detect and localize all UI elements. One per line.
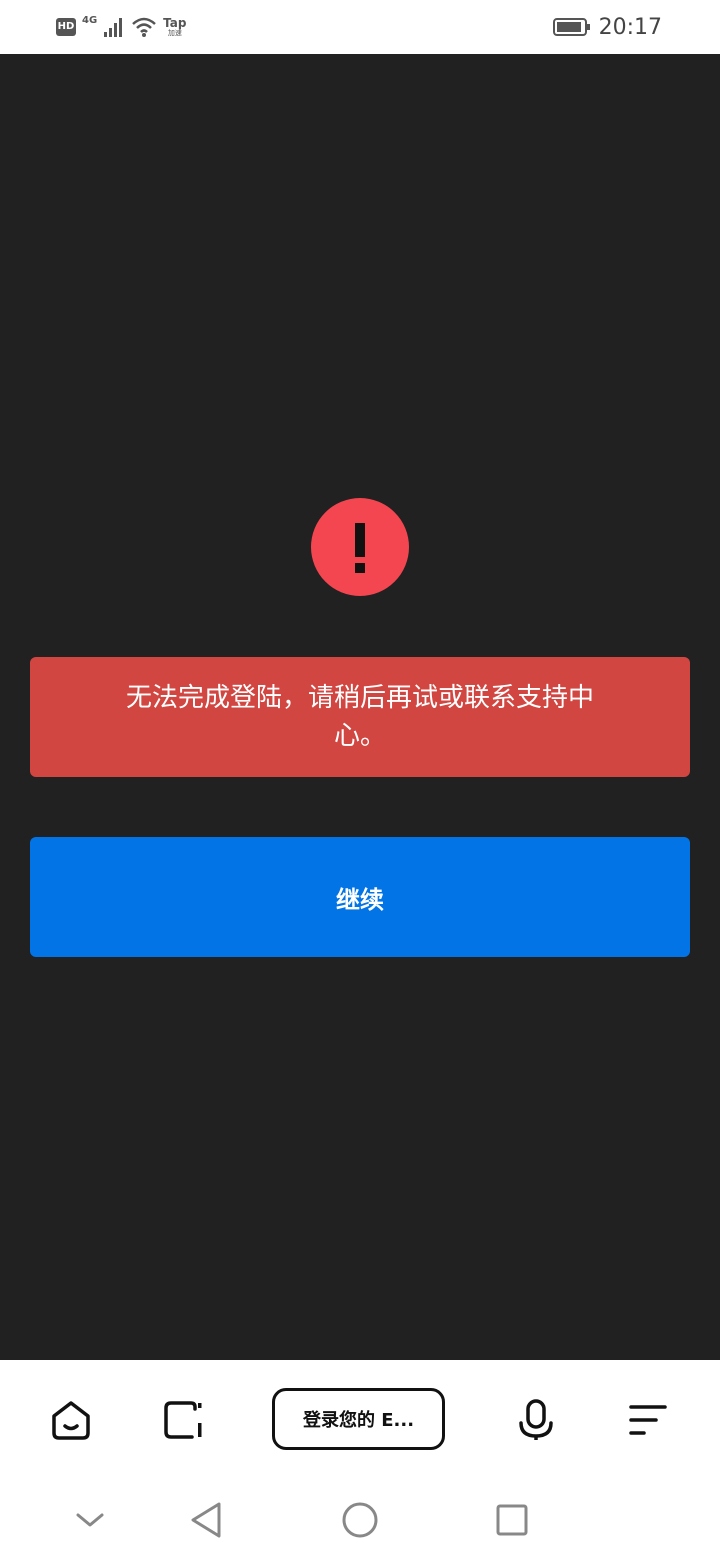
browser-toolbar: 登录您的 E...	[0, 1360, 720, 1480]
status-right: 20:17	[552, 12, 662, 42]
continue-button[interactable]: 继续	[30, 837, 690, 957]
collapse-button[interactable]	[60, 1480, 120, 1560]
home-icon	[52, 1401, 90, 1440]
back-button[interactable]	[176, 1480, 236, 1560]
wifi-icon	[132, 17, 157, 37]
voice-button[interactable]	[505, 1360, 567, 1480]
continue-button-label: 继续	[336, 885, 384, 914]
back-triangle-icon	[191, 1502, 221, 1538]
system-nav-bar	[0, 1480, 720, 1560]
error-message-text: 无法完成登陆，请稍后再试或联系支持中心。	[125, 683, 594, 751]
menu-button[interactable]	[617, 1360, 679, 1480]
menu-icon	[629, 1405, 667, 1435]
tabs-icon	[164, 1401, 202, 1439]
home-button[interactable]	[40, 1360, 102, 1480]
recents-square-icon	[496, 1504, 528, 1536]
recents-button[interactable]	[482, 1480, 542, 1560]
home-nav-button[interactable]	[330, 1480, 390, 1560]
status-left: HD 4G Tap 加速	[56, 13, 187, 41]
tap-sub-label: 加速	[167, 29, 182, 37]
network-type-label: 4G	[82, 15, 98, 26]
main-content: 无法完成登陆，请稍后再试或联系支持中心。 继续	[0, 54, 720, 1360]
home-circle-icon	[342, 1502, 378, 1538]
tap-accelerator: Tap 加速	[163, 17, 186, 37]
clock: 20:17	[598, 14, 662, 40]
tabs-button[interactable]	[152, 1360, 214, 1480]
hd-badge: HD	[56, 18, 76, 36]
error-message-box: 无法完成登陆，请稍后再试或联系支持中心。	[30, 657, 690, 777]
alert-badge	[311, 498, 409, 596]
exclamation-icon	[355, 523, 365, 573]
microphone-icon	[519, 1399, 553, 1440]
signal-icon	[104, 18, 123, 37]
battery-icon	[552, 18, 590, 36]
url-bar[interactable]: 登录您的 E...	[272, 1388, 445, 1450]
tap-label: Tap	[163, 16, 187, 30]
url-bar-text: 登录您的 E...	[302, 1410, 415, 1431]
chevron-down-icon	[76, 1513, 104, 1527]
status-bar: HD 4G Tap 加速 20:17	[0, 0, 720, 54]
